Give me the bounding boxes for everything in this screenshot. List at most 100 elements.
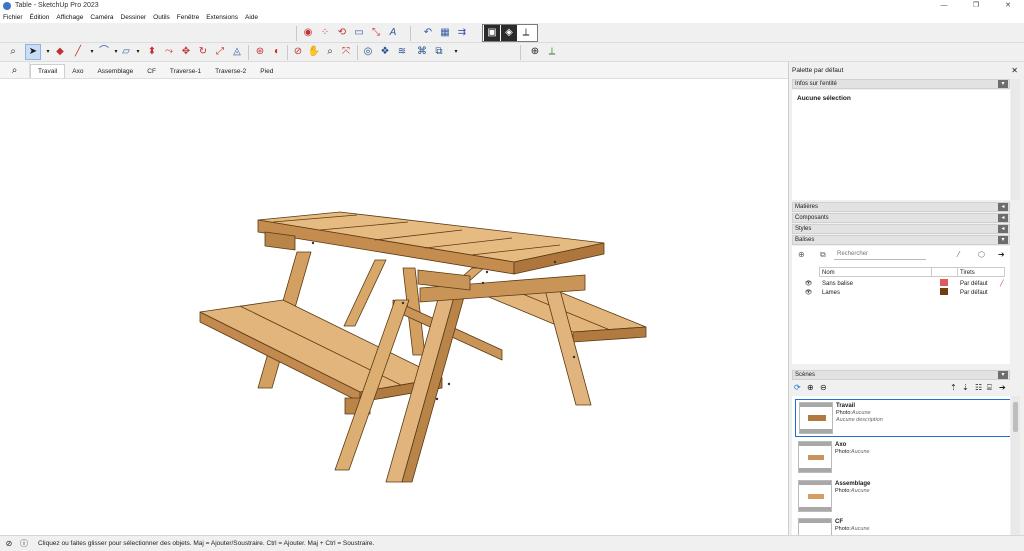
paint-bucket-icon[interactable]: ◐ (269, 44, 285, 60)
panel-entity-info[interactable]: Infos sur l'entité ▾ (792, 79, 1010, 89)
menu-dessiner[interactable]: Dessiner (121, 14, 147, 21)
model-info-icon[interactable]: ❖ (377, 44, 393, 60)
tag-row[interactable]: 👁 Lames Par défaut (795, 288, 1013, 297)
3d-text-icon[interactable]: A (385, 25, 401, 41)
location-icon[interactable]: ◉ (300, 25, 316, 41)
text-tool-icon[interactable]: ▭ (351, 25, 367, 41)
update-scene-icon[interactable]: ⟳ (794, 384, 801, 392)
offset-icon[interactable]: ⤳ (161, 44, 177, 60)
protractor-icon[interactable]: ◬ (229, 44, 245, 60)
dimension-icon[interactable]: ⤡ (368, 25, 384, 41)
rotate-tool-icon[interactable]: ↻ (195, 44, 211, 60)
zoom-search-icon[interactable]: ⌕ (5, 44, 21, 60)
x-ray-icon[interactable]: ▣ (484, 25, 500, 41)
col-name-header[interactable]: Nom (820, 268, 932, 276)
menu-edition[interactable]: Édition (30, 14, 50, 21)
scrollbar-thumb[interactable] (1013, 402, 1018, 432)
geolocation-icon[interactable]: ⊘ (3, 538, 15, 550)
move-tool-icon[interactable]: ✥ (178, 44, 194, 60)
maximize-button[interactable]: ❐ (960, 0, 992, 11)
filter-icon[interactable]: ⌸ (987, 384, 992, 392)
chevron-down-icon[interactable]: ▾ (998, 236, 1008, 244)
axes-icon[interactable]: ⟂ (518, 25, 534, 41)
move-scene-down-icon[interactable]: ⇣ (962, 384, 969, 392)
back-edges-icon[interactable]: ◈ (501, 25, 517, 41)
section-plane-icon[interactable]: ◎ (360, 44, 376, 60)
model-viewport[interactable] (0, 79, 788, 535)
orbit-icon[interactable]: ⊘ (290, 44, 306, 60)
tag-search-input[interactable]: Rechercher (834, 249, 926, 260)
menu-outils[interactable]: Outils (153, 14, 170, 21)
scene-item[interactable]: Travail Photo:Aucune Aucune description (795, 399, 1010, 437)
panel-materials[interactable]: Matières ◂ (792, 202, 1010, 212)
panel-tags[interactable]: Balises ▾ (792, 235, 1010, 245)
tag-dash[interactable]: Par défaut (960, 281, 1000, 287)
chevron-right-icon[interactable]: ◂ (998, 225, 1008, 233)
eyedropper-icon[interactable]: ⁄ (958, 251, 959, 259)
share-model-icon[interactable]: ⇉ (454, 25, 470, 41)
panel-styles[interactable]: Styles ◂ (792, 224, 1010, 234)
eraser-icon[interactable]: ◆ (52, 44, 68, 60)
menu-aide[interactable]: Aide (245, 14, 258, 21)
extension-warehouse-icon[interactable]: ▦ (437, 25, 453, 41)
tab-axo[interactable]: Axo (65, 64, 90, 78)
tab-assemblage[interactable]: Assemblage (90, 64, 140, 78)
user-account-icon[interactable]: ⊕ (527, 44, 543, 60)
menu-extensions[interactable]: Extensions (206, 14, 238, 21)
tab-traverse-2[interactable]: Traverse-2 (208, 64, 253, 78)
col-dashes-header[interactable]: Tirets (958, 268, 977, 276)
close-tray-icon[interactable]: ✕ (1011, 66, 1018, 75)
scene-details-icon[interactable]: ➔ (999, 384, 1006, 392)
chevron-down-icon[interactable]: ▾ (448, 44, 464, 60)
menu-affichage[interactable]: Affichage (56, 14, 83, 21)
axes-tool-icon[interactable]: ⟂ (544, 44, 560, 60)
sandbox-icon[interactable]: ⁘ (317, 25, 333, 41)
scene-item[interactable]: Assemblage Photo:Aucune (795, 478, 1010, 516)
eye-icon[interactable]: 👁 (795, 280, 822, 287)
menu-fenetre[interactable]: Fenêtre (177, 14, 199, 21)
layers-stack-icon[interactable]: ≋ (394, 44, 410, 60)
add-tag-icon[interactable]: ⊕ (798, 251, 805, 259)
scenes-scrollbar[interactable] (1011, 396, 1020, 535)
tag-color-swatch[interactable] (940, 288, 948, 295)
minimize-button[interactable]: — (928, 0, 960, 11)
outliner-icon[interactable]: ⌘ (414, 44, 430, 60)
panel-scenes[interactable]: Scènes ▾ (792, 370, 1010, 380)
eye-icon[interactable]: 👁 (795, 289, 822, 296)
remove-scene-icon[interactable]: ⊖ (820, 384, 827, 392)
tag-details-icon[interactable]: ➔ (998, 251, 1005, 259)
chevron-right-icon[interactable]: ◂ (998, 214, 1008, 222)
add-tag-folder-icon[interactable]: ⧉ (820, 251, 826, 259)
zoom-icon[interactable]: ⌕ (322, 44, 338, 60)
chevron-down-icon[interactable]: ▾ (998, 80, 1008, 88)
tab-traverse-1[interactable]: Traverse-1 (163, 64, 208, 78)
chevron-down-icon[interactable]: ▾ (998, 371, 1008, 379)
menu-fichier[interactable]: Fichier (3, 14, 23, 21)
pan-icon[interactable]: ✋ (306, 44, 322, 60)
menu-camera[interactable]: Caméra (90, 14, 113, 21)
tag-dash[interactable]: Par défaut (960, 290, 1000, 296)
scrollbar[interactable] (1011, 79, 1020, 200)
close-window-button[interactable]: ✕ (992, 0, 1024, 11)
color-by-tag-icon[interactable]: ⬡ (978, 251, 985, 259)
zoom-extents-icon[interactable]: ⤧ (338, 44, 354, 60)
scale-tool-icon[interactable]: ⤢ (212, 44, 228, 60)
push-pull-icon[interactable]: ⬍ (144, 44, 160, 60)
tag-color-swatch[interactable] (940, 279, 948, 286)
chevron-right-icon[interactable]: ◂ (998, 203, 1008, 211)
tape-measure-icon[interactable]: ⊛ (252, 44, 268, 60)
info-icon[interactable]: ⓘ (18, 538, 30, 550)
panel-components[interactable]: Composants ◂ (792, 213, 1010, 223)
search-icon[interactable]: ⌕ (0, 62, 30, 78)
warehouse-icon[interactable]: ↶ (420, 25, 436, 41)
tab-cf[interactable]: CF (140, 64, 163, 78)
move-scene-up-icon[interactable]: ⇡ (950, 384, 957, 392)
select-tool-icon[interactable]: ➤ (25, 44, 41, 60)
view-options-icon[interactable]: ☷ (975, 384, 982, 392)
tag-row[interactable]: 👁 Sans balise Par défaut ╱ (795, 279, 1013, 288)
solid-tools-icon[interactable]: ⧉ (431, 44, 447, 60)
add-scene-icon[interactable]: ⊕ (807, 384, 814, 392)
follow-me-icon[interactable]: ⟲ (334, 25, 350, 41)
tab-pied[interactable]: Pied (253, 64, 280, 78)
scene-item[interactable]: CF Photo:Aucune (795, 516, 1010, 535)
